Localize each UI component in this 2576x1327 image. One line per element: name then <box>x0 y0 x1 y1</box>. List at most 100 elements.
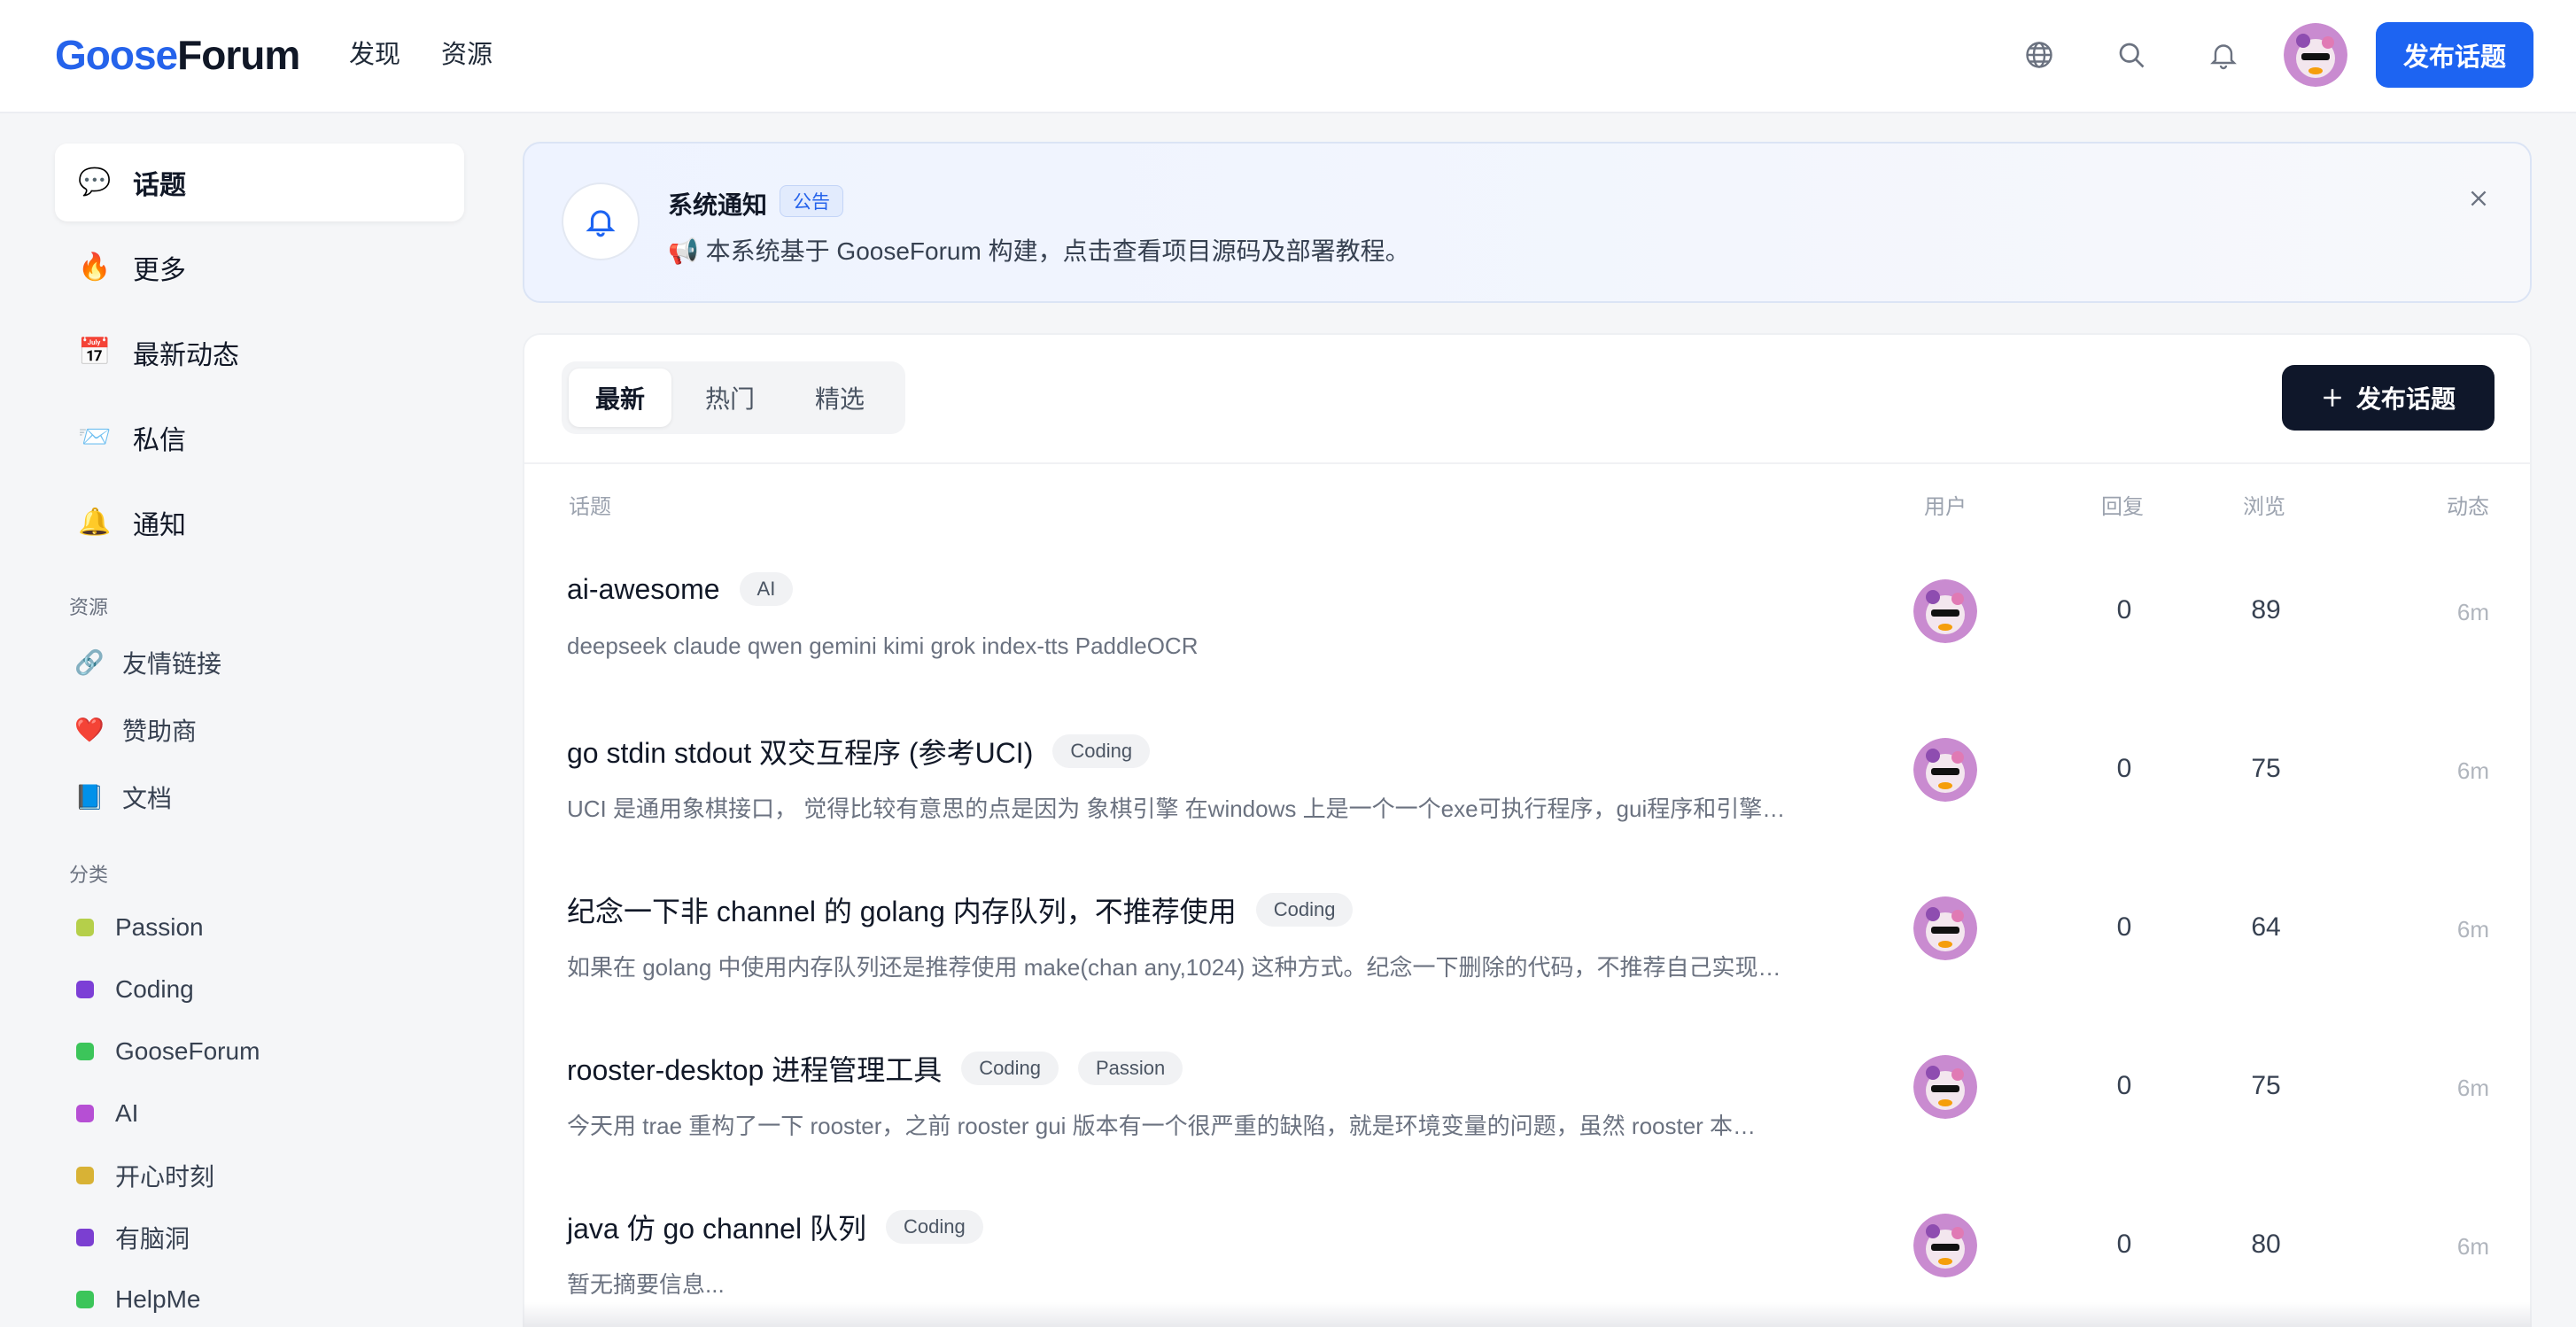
speech-bubble-icon: 💬 <box>78 167 112 197</box>
heart-icon: ❤️ <box>74 717 105 743</box>
inbox-icon: 📨 <box>78 423 112 452</box>
topic-row[interactable]: go stdin stdout 双交互程序 (参考UCI) Coding UCI 是… <box>524 718 2530 876</box>
category-item[interactable]: Passion <box>76 905 204 950</box>
nav-resources[interactable]: 资源 <box>441 35 493 74</box>
category-item[interactable]: 开心时刻 <box>76 1153 214 1198</box>
notice-text[interactable]: 📢 本系统基于 GooseForum 构建，点击查看项目源码及部署教程。 <box>668 232 1410 268</box>
publish-topic-button[interactable]: 发布话题 <box>2376 22 2533 88</box>
reply-count: 0 <box>2116 1071 2132 1100</box>
avatar[interactable] <box>1913 579 1977 643</box>
sidebar-item-notifications[interactable]: 🔔 通知 <box>55 484 464 562</box>
category-label: GooseForum <box>115 1037 260 1065</box>
close-icon[interactable] <box>2463 182 2495 214</box>
avatar[interactable] <box>1913 1214 1977 1277</box>
category-color-dot <box>76 981 94 998</box>
avatar[interactable] <box>1913 738 1977 802</box>
category-item[interactable]: HelpMe <box>76 1277 200 1322</box>
topic-row[interactable]: 纪念一下非 channel 的 golang 内存队列，不推荐使用 Coding 如… <box>524 877 2530 1035</box>
notice-badge: 公告 <box>780 185 843 217</box>
tab-latest[interactable]: 最新 <box>569 369 671 427</box>
topic-tag[interactable]: Coding <box>961 1052 1059 1085</box>
categories-section-title: 分类 <box>69 864 109 886</box>
view-count: 80 <box>2251 1230 2281 1259</box>
category-item[interactable]: 有脑洞 <box>76 1215 190 1260</box>
globe-icon[interactable] <box>2018 34 2060 76</box>
link-icon: 🔗 <box>74 649 105 676</box>
search-icon[interactable] <box>2110 34 2153 76</box>
view-count: 89 <box>2251 595 2281 625</box>
col-user: 用户 <box>1924 495 1967 519</box>
reply-count: 0 <box>2116 754 2132 783</box>
top-header: GooseForum 发现 资源 发布话题 <box>0 0 2576 113</box>
topic-summary: 如果在 golang 中使用内存队列还是推荐使用 make(chan any,1… <box>567 954 1781 981</box>
activity-time: 6m <box>2456 1075 2489 1101</box>
activity-time: 6m <box>2456 599 2489 625</box>
category-item[interactable]: AI <box>76 1091 138 1136</box>
col-topic: 话题 <box>569 495 611 519</box>
col-replies: 回复 <box>2101 495 2144 519</box>
topic-summary: 今天用 trae 重构了一下 rooster，之前 rooster gui 版本… <box>567 1113 1757 1139</box>
category-item[interactable]: Coding <box>76 967 194 1012</box>
reply-count: 0 <box>2116 595 2132 625</box>
calendar-icon: 📅 <box>78 338 112 367</box>
sidebar-item-sponsors[interactable]: ❤️ 赞助商 <box>74 705 197 755</box>
topic-tag[interactable]: Passion <box>1077 1052 1183 1085</box>
topic-tag[interactable]: AI <box>739 572 794 606</box>
category-label: HelpMe <box>115 1285 201 1313</box>
topic-summary: UCI 是通用象棋接口， 觉得比较有意思的点是因为 象棋引擎 在windows … <box>567 795 1786 822</box>
topic-row[interactable]: ai-awesome AI deepseek claude qwen gemini … <box>524 560 2530 718</box>
sidebar-item-latest[interactable]: 📅 最新动态 <box>55 314 464 392</box>
sidebar-item-friend-links[interactable]: 🔗 友情链接 <box>74 638 221 687</box>
topic-title[interactable]: java 仿 go channel 队列 <box>567 1207 866 1247</box>
topic-title-line: ai-awesome AI <box>567 572 794 606</box>
scroll-fade <box>523 1302 2532 1327</box>
topic-tag[interactable]: Coding <box>885 1210 983 1244</box>
topic-title-line: 纪念一下非 channel 的 golang 内存队列，不推荐使用 Coding <box>567 889 1354 930</box>
user-avatar[interactable] <box>2284 23 2347 87</box>
topic-summary: deepseek claude qwen gemini kimi grok in… <box>567 632 1199 659</box>
category-label: Coding <box>115 975 194 1003</box>
topic-list-card: 最新 热门 精选 发布话题 话题 用户 回复 浏览 动态 ai-awesome A… <box>523 333 2532 1327</box>
sidebar-item-topics[interactable]: 💬 话题 <box>55 144 464 221</box>
topic-title[interactable]: 纪念一下非 channel 的 golang 内存队列，不推荐使用 <box>567 889 1237 930</box>
bell-icon[interactable] <box>2202 34 2245 76</box>
category-color-dot <box>76 1043 94 1060</box>
category-color-dot <box>76 1167 94 1184</box>
category-label: AI <box>115 1099 139 1127</box>
system-notice[interactable]: 系统通知 公告 📢 本系统基于 GooseForum 构建，点击查看项目源码及部… <box>523 142 2532 303</box>
tab-featured[interactable]: 精选 <box>788 369 891 427</box>
sidebar-item-messages[interactable]: 📨 私信 <box>55 399 464 477</box>
nav-discover[interactable]: 发现 <box>349 35 400 74</box>
view-count: 75 <box>2251 754 2281 783</box>
topic-summary: 暂无摘要信息... <box>567 1271 725 1298</box>
tab-hot[interactable]: 热门 <box>679 369 781 427</box>
topic-title[interactable]: go stdin stdout 双交互程序 (参考UCI) <box>567 731 1033 772</box>
topic-row[interactable]: rooster-desktop 进程管理工具 Coding Passion 今天用 t… <box>524 1036 2530 1193</box>
topic-tag[interactable]: Coding <box>1052 734 1151 768</box>
topic-title-line: java 仿 go channel 队列 Coding <box>567 1207 983 1247</box>
view-count: 75 <box>2251 1071 2281 1100</box>
category-label: Passion <box>115 913 204 941</box>
reply-count: 0 <box>2116 1230 2132 1259</box>
category-color-dot <box>76 919 94 936</box>
category-label: 开心时刻 <box>115 1163 215 1191</box>
avatar[interactable] <box>1913 896 1977 960</box>
avatar[interactable] <box>1913 1055 1977 1119</box>
activity-time: 6m <box>2456 1233 2489 1260</box>
sidebar-item-more[interactable]: 🔥 更多 <box>55 229 464 307</box>
notice-title: 系统通知 <box>668 191 768 219</box>
activity-time: 6m <box>2456 757 2489 784</box>
topic-title[interactable]: rooster-desktop 进程管理工具 <box>567 1048 942 1089</box>
book-icon: 📘 <box>74 784 105 811</box>
category-color-dot <box>76 1105 94 1122</box>
topic-tag[interactable]: Coding <box>1255 893 1354 927</box>
logo[interactable]: GooseForum <box>55 30 300 80</box>
fire-icon: 🔥 <box>78 252 112 282</box>
sidebar-item-docs[interactable]: 📘 文档 <box>74 772 172 822</box>
topic-title[interactable]: ai-awesome <box>567 573 720 606</box>
category-label: 有脑洞 <box>115 1225 190 1253</box>
category-item[interactable]: GooseForum <box>76 1029 260 1074</box>
topic-title-line: rooster-desktop 进程管理工具 Coding Passion <box>567 1048 1183 1089</box>
category-color-dot <box>76 1229 94 1246</box>
publish-topic-button-secondary[interactable]: 发布话题 <box>2282 365 2495 431</box>
